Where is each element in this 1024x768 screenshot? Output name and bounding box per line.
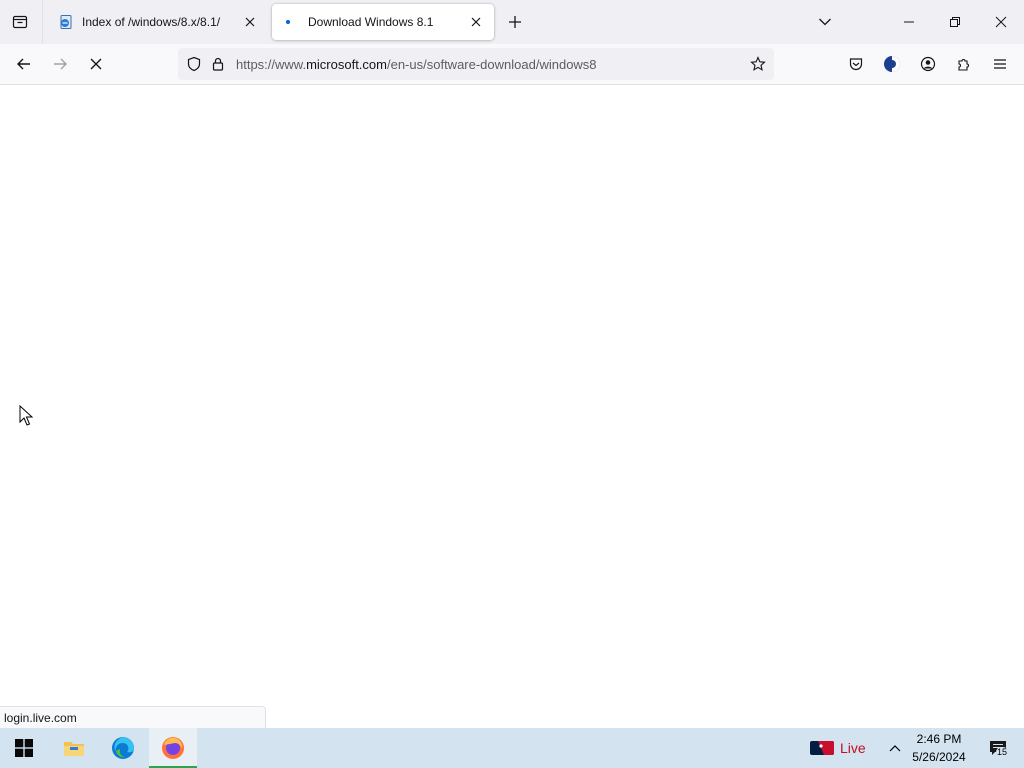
pocket-icon [849,58,863,71]
tab-strip: Index of /windows/8.x/8.1/ Download Wind… [0,0,1024,44]
url-domain: microsoft.com [306,56,387,72]
edge-icon [112,737,134,759]
minimize-icon [904,21,914,23]
close-tab-icon[interactable] [466,12,486,32]
restore-button[interactable] [932,0,978,44]
new-tab-button[interactable] [500,6,530,38]
firefox-view-icon [12,15,28,29]
mlb-logo-icon [810,741,834,755]
back-button[interactable] [8,48,40,80]
plus-icon [509,16,521,28]
firefox-view-button[interactable] [4,6,36,38]
mlb-live-widget[interactable]: Live [810,728,866,768]
extension-button[interactable] [876,48,908,80]
tab-separator [42,0,43,44]
tab-download-windows[interactable]: Download Windows 8.1 [272,4,494,40]
ie-page-icon [58,14,74,30]
file-explorer-taskbar-button[interactable] [50,728,98,768]
account-button[interactable] [912,48,944,80]
firefox-taskbar-button[interactable] [149,728,197,768]
tracking-protection-shield-icon[interactable] [182,52,206,76]
close-icon [995,16,1007,28]
tab-title: Download Windows 8.1 [308,15,434,29]
start-button[interactable] [0,728,48,768]
puzzle-icon [958,59,969,71]
menu-button[interactable] [984,48,1016,80]
stop-button[interactable] [80,48,112,80]
stop-icon [90,58,102,70]
pocket-button[interactable] [840,48,872,80]
bookmark-star-icon[interactable] [746,52,770,76]
minimize-button[interactable] [886,0,932,44]
list-all-tabs-button[interactable] [810,6,840,38]
lock-icon[interactable] [206,52,230,76]
tab-title: Index of /windows/8.x/8.1/ [82,15,221,29]
navigation-toolbar: https://www.microsoft.com/en-us/software… [0,44,1024,85]
windows-logo-icon [15,739,33,757]
chevron-down-icon [819,18,831,26]
chevron-up-icon [889,745,901,752]
url-prefix: https://www. [236,56,307,72]
url-path: /en-us/software-download/windows8 [386,56,597,72]
close-tab-icon[interactable] [240,12,260,32]
account-icon [920,56,936,72]
system-clock[interactable]: 2:46 PM 5/26/2024 [908,730,970,766]
taskbar: Live 2:46 PM 5/26/2024 15 [0,728,1024,768]
extensions-button[interactable] [948,48,980,80]
forward-arrow-icon [54,58,67,70]
hamburger-menu-icon [994,59,1006,69]
mouse-cursor-icon [19,405,33,426]
live-label: Live [840,740,866,756]
close-window-button[interactable] [978,0,1024,44]
status-panel: login.live.com [0,706,266,728]
folder-icon [64,742,84,756]
firefox-icon [162,737,184,759]
tab-index-of-windows[interactable]: Index of /windows/8.x/8.1/ [46,4,268,40]
clock-time: 2:46 PM [916,732,962,746]
url-bar[interactable]: https://www.microsoft.com/en-us/software… [178,48,774,80]
edge-taskbar-button[interactable] [99,728,147,768]
restore-icon [950,17,960,27]
url-text[interactable]: https://www.microsoft.com/en-us/software… [236,57,746,72]
circle-extension-icon [884,56,900,72]
notification-count: 15 [996,747,1009,757]
show-hidden-icons-button[interactable] [884,728,906,768]
clock-date: 5/26/2024 [912,750,966,764]
back-arrow-icon [17,58,30,70]
notification-center-button[interactable]: 15 [976,728,1020,768]
forward-button[interactable] [44,48,76,80]
page-content-area[interactable]: login.live.com [0,85,1024,728]
loading-dot-icon [284,14,300,30]
